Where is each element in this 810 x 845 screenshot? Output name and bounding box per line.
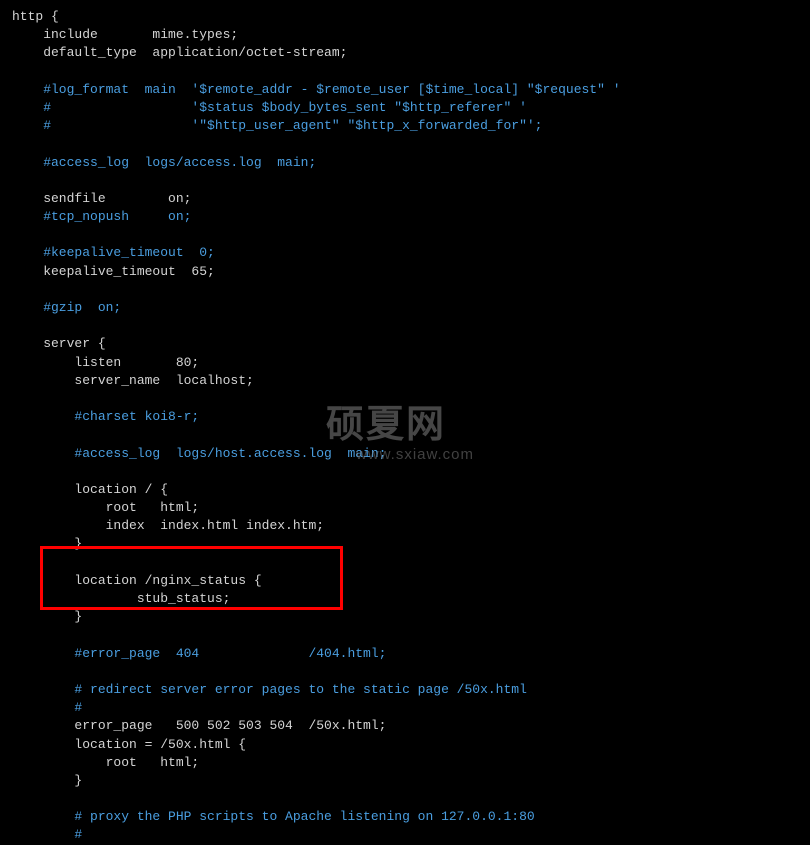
code-line bbox=[12, 226, 798, 244]
comment-text: # bbox=[12, 700, 82, 715]
code-line: #tcp_nopush on; bbox=[12, 208, 798, 226]
code-editor: http { include mime.types; default_type … bbox=[12, 8, 798, 845]
code-line: # proxy the PHP scripts to Apache listen… bbox=[12, 808, 798, 826]
code-line bbox=[12, 281, 798, 299]
code-line bbox=[12, 390, 798, 408]
code-text: keepalive_timeout 65; bbox=[12, 264, 215, 279]
code-line: error_page 500 502 503 504 /50x.html; bbox=[12, 717, 798, 735]
code-line bbox=[12, 135, 798, 153]
code-line: sendfile on; bbox=[12, 190, 798, 208]
code-line: #error_page 404 /404.html; bbox=[12, 645, 798, 663]
code-text: include mime.types; bbox=[12, 27, 238, 42]
code-text: } bbox=[12, 773, 82, 788]
comment-text: # proxy the PHP scripts to Apache listen… bbox=[12, 809, 535, 824]
code-line bbox=[12, 626, 798, 644]
code-line bbox=[12, 790, 798, 808]
code-line: #access_log logs/host.access.log main; bbox=[12, 445, 798, 463]
code-text: location / { bbox=[12, 482, 168, 497]
code-text: root html; bbox=[12, 500, 199, 515]
comment-text: # '$status $body_bytes_sent "$http_refer… bbox=[12, 100, 527, 115]
comment-text: #access_log logs/host.access.log main; bbox=[12, 446, 386, 461]
code-text: } bbox=[12, 536, 82, 551]
code-line: server_name localhost; bbox=[12, 372, 798, 390]
code-line: #access_log logs/access.log main; bbox=[12, 154, 798, 172]
code-line: #charset koi8-r; bbox=[12, 408, 798, 426]
code-text: listen 80; bbox=[12, 355, 199, 370]
code-text: http { bbox=[12, 9, 59, 24]
code-line bbox=[12, 172, 798, 190]
code-line: include mime.types; bbox=[12, 26, 798, 44]
code-line: root html; bbox=[12, 754, 798, 772]
code-text: error_page 500 502 503 504 /50x.html; bbox=[12, 718, 386, 733]
code-line bbox=[12, 63, 798, 81]
code-line: listen 80; bbox=[12, 354, 798, 372]
code-text: server_name localhost; bbox=[12, 373, 254, 388]
code-line: } bbox=[12, 772, 798, 790]
comment-text: #tcp_nopush on; bbox=[12, 209, 191, 224]
code-text: server { bbox=[12, 336, 106, 351]
code-line: #log_format main '$remote_addr - $remote… bbox=[12, 81, 798, 99]
code-line: location = /50x.html { bbox=[12, 736, 798, 754]
code-line: stub_status; bbox=[12, 590, 798, 608]
comment-text: #log_format main '$remote_addr - $remote… bbox=[12, 82, 621, 97]
code-line: http { bbox=[12, 8, 798, 26]
comment-text: #gzip on; bbox=[12, 300, 121, 315]
code-text: root html; bbox=[12, 755, 199, 770]
code-line bbox=[12, 317, 798, 335]
comment-text: #keepalive_timeout 0; bbox=[12, 245, 215, 260]
code-line bbox=[12, 663, 798, 681]
code-line: server { bbox=[12, 335, 798, 353]
code-text: } bbox=[12, 609, 82, 624]
comment-text: #charset koi8-r; bbox=[12, 409, 199, 424]
code-line bbox=[12, 426, 798, 444]
comment-text: # '"$http_user_agent" "$http_x_forwarded… bbox=[12, 118, 543, 133]
code-line: } bbox=[12, 535, 798, 553]
code-text: location /nginx_status { bbox=[12, 573, 262, 588]
code-text: location = /50x.html { bbox=[12, 737, 246, 752]
comment-text: #access_log logs/access.log main; bbox=[12, 155, 316, 170]
code-line: # bbox=[12, 699, 798, 717]
code-line: } bbox=[12, 608, 798, 626]
code-line: # redirect server error pages to the sta… bbox=[12, 681, 798, 699]
code-line: # '"$http_user_agent" "$http_x_forwarded… bbox=[12, 117, 798, 135]
code-line: # bbox=[12, 826, 798, 844]
code-text: stub_status; bbox=[12, 591, 230, 606]
code-line: keepalive_timeout 65; bbox=[12, 263, 798, 281]
code-line: location /nginx_status { bbox=[12, 572, 798, 590]
code-line bbox=[12, 554, 798, 572]
code-text: default_type application/octet-stream; bbox=[12, 45, 347, 60]
code-line: root html; bbox=[12, 499, 798, 517]
code-line: index index.html index.htm; bbox=[12, 517, 798, 535]
code-line: default_type application/octet-stream; bbox=[12, 44, 798, 62]
code-text: sendfile on; bbox=[12, 191, 191, 206]
code-line bbox=[12, 463, 798, 481]
comment-text: # redirect server error pages to the sta… bbox=[12, 682, 527, 697]
code-line: # '$status $body_bytes_sent "$http_refer… bbox=[12, 99, 798, 117]
code-line: #gzip on; bbox=[12, 299, 798, 317]
comment-text: # bbox=[12, 827, 82, 842]
code-line: #keepalive_timeout 0; bbox=[12, 244, 798, 262]
code-text: index index.html index.htm; bbox=[12, 518, 324, 533]
comment-text: #error_page 404 /404.html; bbox=[12, 646, 386, 661]
code-line: location / { bbox=[12, 481, 798, 499]
